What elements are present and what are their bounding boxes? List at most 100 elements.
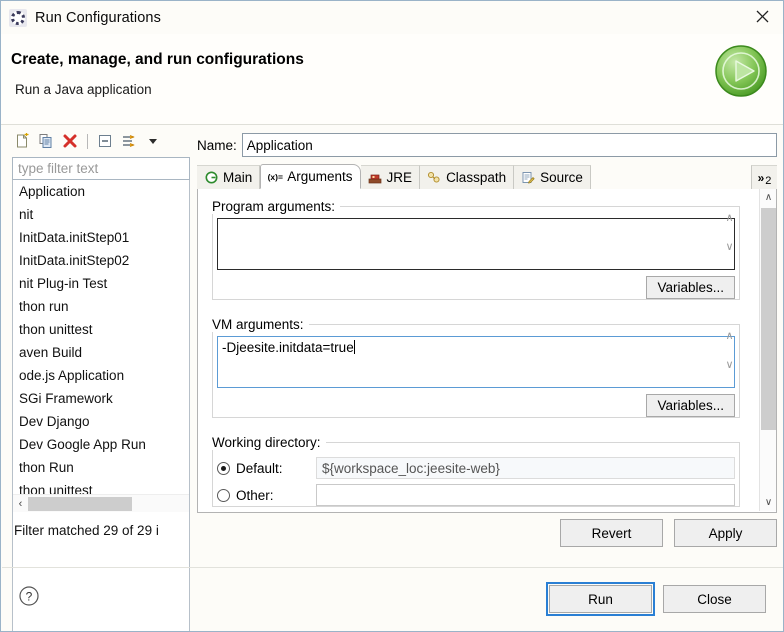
program-arguments-scrollbar[interactable]: ∧ ∨ xyxy=(721,207,738,257)
vm-arguments-frame: -Djeesite.initdata=true ∧ ∨ Variables... xyxy=(212,324,740,418)
scroll-up-icon[interactable]: ∧ xyxy=(725,329,733,342)
list-item[interactable]: ode.js Application xyxy=(13,364,189,387)
dialog-header: Create, manage, and run configurations R… xyxy=(1,34,784,124)
view-menu-chevron-down-icon[interactable] xyxy=(143,131,163,151)
close-icon[interactable] xyxy=(739,1,784,32)
tab-source[interactable]: Source xyxy=(514,165,591,189)
working-directory-default-label: Default: xyxy=(236,461,310,476)
header-divider xyxy=(1,124,784,125)
scroll-down-icon[interactable]: ∨ xyxy=(760,494,777,511)
working-directory-group: Working directory: Default: ${workspace_… xyxy=(212,435,740,507)
new-configuration-icon[interactable] xyxy=(12,131,32,151)
list-item[interactable]: nit Plug-in Test xyxy=(13,272,189,295)
run-configurations-dialog: Run Configurations Create, manage, and r… xyxy=(0,0,784,632)
list-item[interactable]: aven Build xyxy=(13,341,189,364)
vm-arguments-input[interactable]: -Djeesite.initdata=true xyxy=(217,336,735,388)
tab-overflow-button[interactable]: » 2 xyxy=(751,165,777,189)
tab-overflow-chevron-icon: » xyxy=(758,171,765,185)
page-subtitle: Run a Java application xyxy=(15,82,152,97)
close-button[interactable]: Close xyxy=(663,585,766,613)
scrollbar-thumb[interactable] xyxy=(761,208,776,430)
list-item[interactable]: thon unittest xyxy=(13,318,189,341)
title-bar: Run Configurations xyxy=(1,1,784,34)
list-item[interactable]: InitData.initStep01 xyxy=(13,226,189,249)
list-item[interactable]: InitData.initStep02 xyxy=(13,249,189,272)
list-horizontal-scrollbar[interactable]: ‹ xyxy=(13,494,189,512)
vm-arguments-scrollbar[interactable]: ∧ ∨ xyxy=(721,325,738,375)
name-field[interactable] xyxy=(242,133,777,157)
vm-arguments-value: -Djeesite.initdata=true xyxy=(222,340,354,355)
tab-label: Classpath xyxy=(446,170,506,185)
working-directory-default-radio[interactable] xyxy=(217,462,230,475)
delete-configuration-icon[interactable] xyxy=(60,131,80,151)
list-item[interactable]: Dev Django xyxy=(13,410,189,433)
tab-jre[interactable]: JRE xyxy=(361,165,421,189)
apply-button[interactable]: Apply xyxy=(674,519,777,547)
working-directory-frame: Default: ${workspace_loc:jeesite-web} Ot… xyxy=(212,442,740,507)
run-button[interactable]: Run xyxy=(549,585,652,613)
vm-arguments-label: VM arguments: xyxy=(212,317,309,332)
scroll-left-icon[interactable]: ‹ xyxy=(13,496,28,512)
configurations-list[interactable]: Application nit InitData.initStep01 Init… xyxy=(12,180,190,632)
tab-label: Source xyxy=(540,170,583,185)
tab-label: Main xyxy=(223,170,252,185)
list-item[interactable]: thon run xyxy=(13,295,189,318)
list-item[interactable]: Application xyxy=(13,180,189,203)
filter-status-text: Filter matched 29 of 29 i xyxy=(14,523,194,538)
list-item-label: Application xyxy=(19,184,85,199)
tab-classpath[interactable]: Classpath xyxy=(420,165,514,189)
filter-configurations-icon[interactable] xyxy=(119,131,139,151)
scroll-up-icon[interactable]: ∧ xyxy=(725,211,733,224)
list-item[interactable]: SGi Framework xyxy=(13,387,189,410)
working-directory-other-radio[interactable] xyxy=(217,489,230,502)
program-arguments-frame: ∧ ∨ Variables... xyxy=(212,206,740,300)
program-variables-button[interactable]: Variables... xyxy=(646,276,735,299)
dialog-buttons: Run Close xyxy=(549,585,766,613)
tab-overflow-count: 2 xyxy=(765,175,771,187)
list-item[interactable]: Dev Google App Run xyxy=(13,433,189,456)
vm-arguments-group: VM arguments: -Djeesite.initdata=true ∧ … xyxy=(212,317,740,418)
program-arguments-group: Program arguments: ∧ ∨ Variables... xyxy=(212,199,740,300)
working-directory-label: Working directory: xyxy=(212,435,326,450)
tab-label: Arguments xyxy=(287,169,352,184)
vm-variables-button[interactable]: Variables... xyxy=(646,394,735,417)
program-variables-row: Variables... xyxy=(213,276,735,299)
apply-revert-row: Revert Apply xyxy=(197,519,777,549)
footer-divider xyxy=(2,567,784,568)
jre-tab-icon xyxy=(367,171,383,185)
help-question-icon[interactable]: ? xyxy=(18,585,40,607)
tab-arguments[interactable]: (x)= Arguments xyxy=(260,164,360,189)
list-item[interactable]: nit xyxy=(13,203,189,226)
scrollbar-thumb[interactable] xyxy=(28,497,132,511)
scroll-up-icon[interactable]: ∧ xyxy=(760,189,777,206)
working-directory-other-label: Other: xyxy=(236,488,310,503)
main-tab-icon xyxy=(203,171,219,185)
configuration-editor: Name: Main (x)= Arguments xyxy=(197,133,777,513)
configurations-toolbar xyxy=(9,128,192,154)
list-item[interactable]: thon Run xyxy=(13,456,189,479)
page-title: Create, manage, and run configurations xyxy=(11,51,304,69)
name-row: Name: xyxy=(197,133,777,157)
working-directory-default-row: Default: ${workspace_loc:jeesite-web} xyxy=(217,457,735,479)
working-directory-other-input[interactable] xyxy=(316,484,735,506)
duplicate-configuration-icon[interactable] xyxy=(36,131,56,151)
search-input[interactable] xyxy=(12,157,190,180)
scroll-down-icon[interactable]: ∨ xyxy=(725,240,733,253)
arguments-tab-panel: Program arguments: ∧ ∨ Variables... VM a… xyxy=(197,189,777,513)
green-run-play-icon xyxy=(712,42,770,100)
program-arguments-input[interactable] xyxy=(217,218,735,270)
tab-main[interactable]: Main xyxy=(197,165,260,189)
revert-button[interactable]: Revert xyxy=(560,519,663,547)
vm-variables-row: Variables... xyxy=(213,394,735,417)
classpath-tab-icon xyxy=(426,171,442,185)
configurations-panel: Application nit InitData.initStep01 Init… xyxy=(9,128,192,556)
run-configurations-icon xyxy=(9,9,27,27)
svg-text:?: ? xyxy=(26,590,33,604)
scroll-down-icon[interactable]: ∨ xyxy=(725,358,733,371)
text-caret xyxy=(354,340,355,354)
arguments-tab-icon: (x)= xyxy=(267,170,283,184)
content-vertical-scrollbar[interactable]: ∧ ∨ xyxy=(759,189,776,511)
toolbar-separator xyxy=(87,134,88,149)
collapse-all-icon[interactable] xyxy=(95,131,115,151)
tab-label: JRE xyxy=(387,170,413,185)
